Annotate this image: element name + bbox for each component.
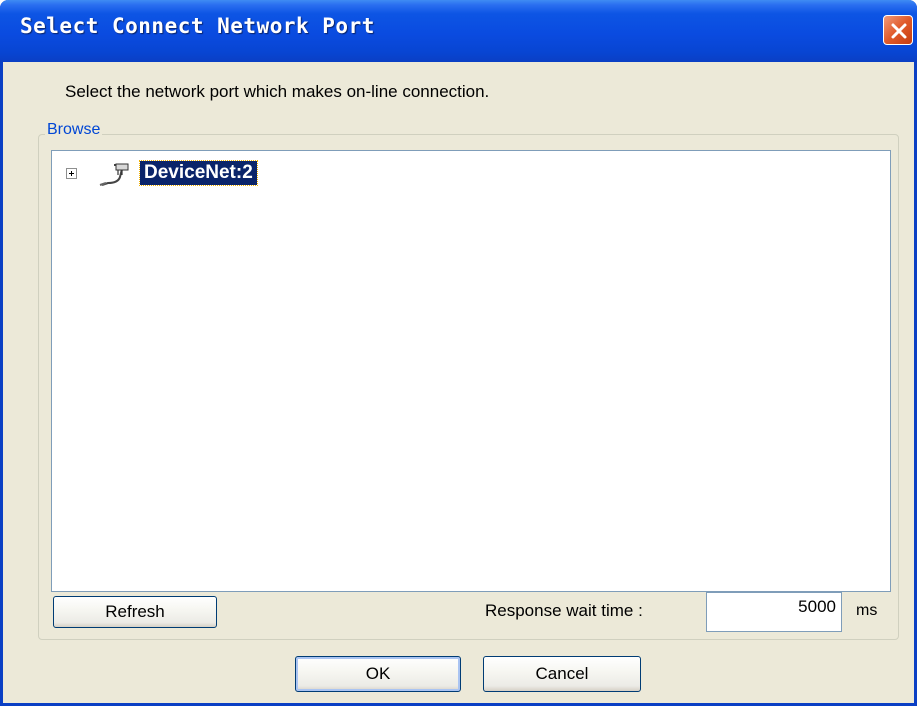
cancel-button[interactable]: Cancel — [483, 656, 641, 692]
instruction-text: Select the network port which makes on-l… — [65, 82, 490, 101]
network-tree[interactable]: DeviceNet:2 — [51, 150, 891, 592]
tree-item-label[interactable]: DeviceNet:2 — [139, 160, 258, 186]
close-icon — [891, 23, 907, 39]
network-cable-icon — [99, 163, 129, 186]
browse-group-label: Browse — [45, 121, 103, 139]
response-wait-input[interactable] — [706, 592, 842, 632]
close-button[interactable] — [883, 15, 913, 45]
refresh-button[interactable]: Refresh — [53, 596, 217, 628]
dialog-window: Select Connect Network Port Select the n… — [0, 0, 917, 706]
title-bar[interactable]: Select Connect Network Port — [0, 0, 917, 62]
window-title: Select Connect Network Port — [20, 14, 375, 38]
response-wait-label: Response wait time : — [485, 601, 643, 620]
ok-button[interactable]: OK — [295, 656, 461, 692]
wait-unit-label: ms — [856, 602, 878, 619]
expand-plus-icon[interactable] — [66, 168, 77, 179]
